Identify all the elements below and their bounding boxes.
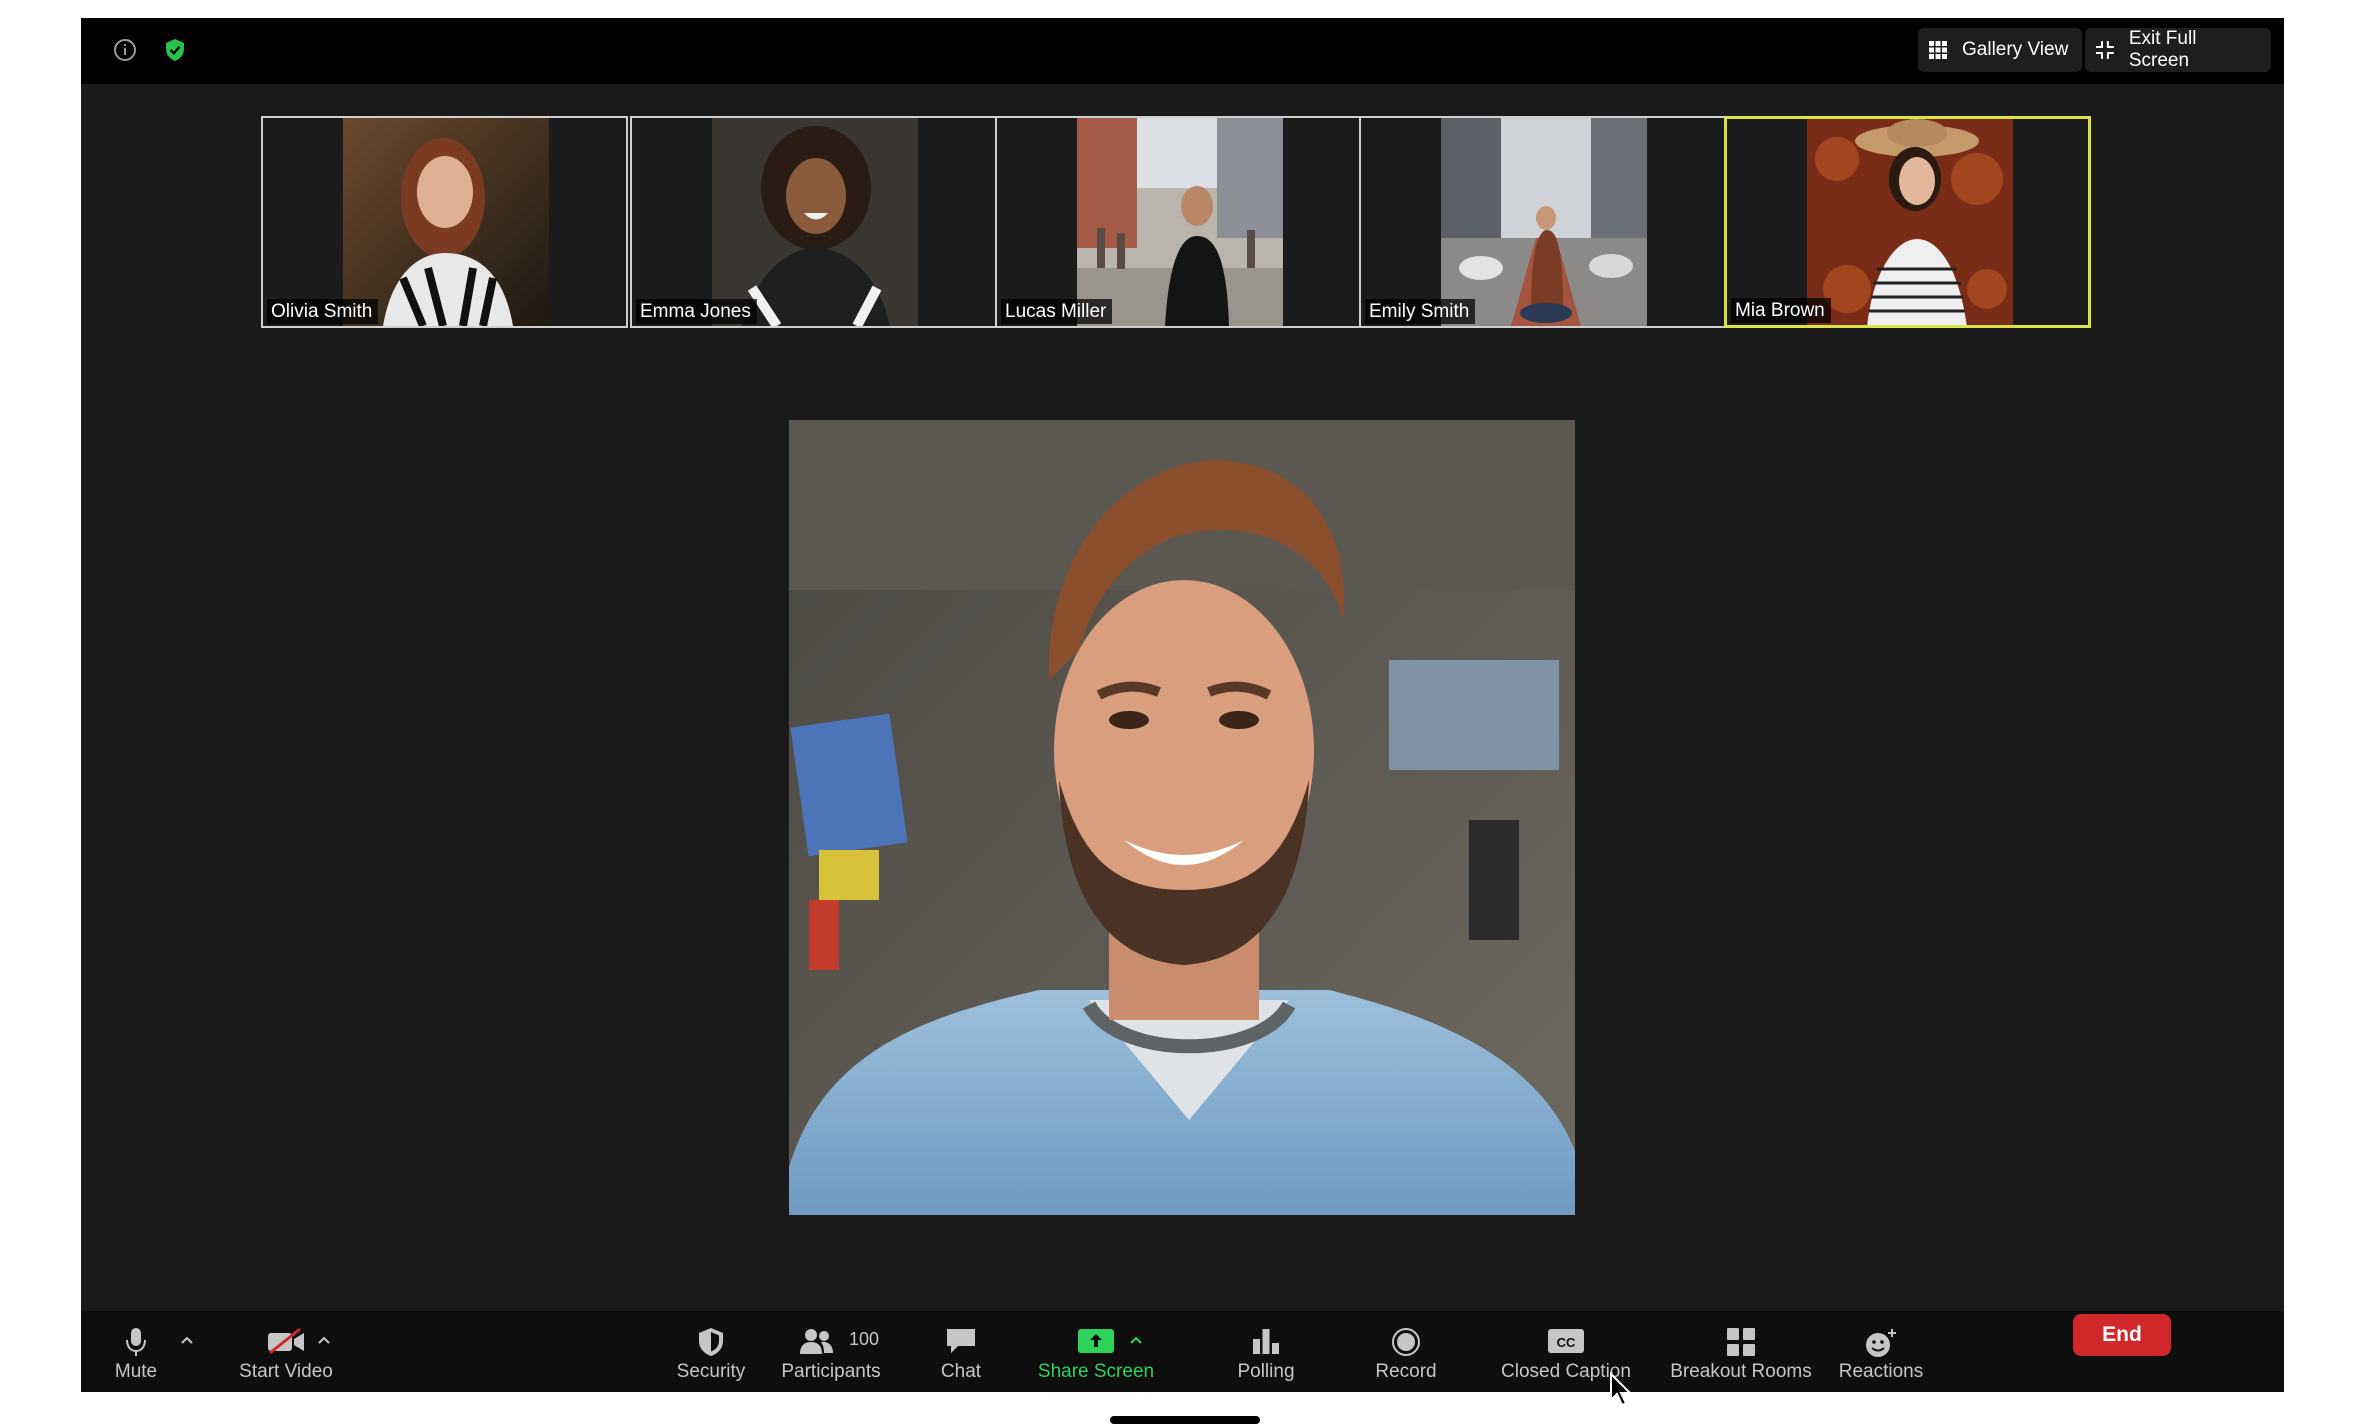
participant-video bbox=[343, 118, 549, 326]
security-button[interactable]: Security bbox=[651, 1311, 771, 1392]
active-speaker-video bbox=[789, 420, 1575, 1215]
chat-bubble-icon bbox=[947, 1329, 975, 1353]
gallery-view-label: Gallery View bbox=[1962, 39, 2069, 60]
reactions-label: Reactions bbox=[1838, 1361, 1924, 1382]
mute-button[interactable]: Mute bbox=[81, 1311, 191, 1392]
reactions-button[interactable]: Reactions bbox=[1816, 1311, 1946, 1392]
exit-fullscreen-label: Exit Full Screen bbox=[2128, 28, 2197, 71]
chat-label: Chat bbox=[940, 1361, 982, 1382]
breakout-rooms-button[interactable]: Breakout Rooms bbox=[1651, 1311, 1831, 1392]
start-video-button[interactable]: Start Video bbox=[211, 1311, 361, 1392]
exit-fullscreen-button[interactable]: Exit Full Screen bbox=[2085, 28, 2271, 72]
share-screen-button[interactable]: Share Screen bbox=[1016, 1311, 1176, 1392]
info-icon[interactable] bbox=[111, 36, 139, 64]
mute-label: Mute bbox=[114, 1361, 158, 1382]
participant-name: Olivia Smith bbox=[267, 299, 379, 324]
participant-name: Emma Jones bbox=[636, 299, 757, 324]
participant-video bbox=[1077, 118, 1283, 326]
participant-name: Emily Smith bbox=[1365, 299, 1476, 324]
start-video-label: Start Video bbox=[239, 1361, 333, 1382]
closed-caption-icon-text: CC bbox=[1557, 1335, 1576, 1350]
closed-caption-icon: CC bbox=[1548, 1329, 1584, 1353]
participant-tile-olivia-smith[interactable]: Olivia Smith bbox=[261, 116, 628, 328]
meeting-window: Gallery View Exit Full Screen Olivia Smi… bbox=[81, 18, 2284, 1392]
microphone-icon bbox=[126, 1328, 146, 1356]
encryption-shield-icon[interactable] bbox=[161, 36, 189, 64]
record-button[interactable]: Record bbox=[1351, 1311, 1461, 1392]
record-label: Record bbox=[1375, 1361, 1437, 1382]
participant-tile-emma-jones[interactable]: Emma Jones bbox=[630, 116, 997, 328]
participant-tile-emily-smith[interactable]: Emily Smith bbox=[1359, 116, 1726, 328]
window-edge-handle bbox=[1110, 1416, 1260, 1424]
participants-button[interactable]: 100 Participants bbox=[761, 1311, 901, 1392]
security-label: Security bbox=[676, 1361, 746, 1382]
security-shield-icon bbox=[699, 1328, 723, 1356]
bar-chart-icon bbox=[1253, 1329, 1279, 1354]
gallery-view-button[interactable]: Gallery View bbox=[1918, 28, 2082, 72]
participant-tile-mia-brown[interactable]: Mia Brown bbox=[1724, 116, 2091, 328]
meeting-toolbar: Mute Start Video Security 100 Participan… bbox=[81, 1311, 2284, 1392]
exit-fullscreen-icon bbox=[2095, 41, 2114, 59]
share-screen-icon bbox=[1078, 1329, 1114, 1353]
participants-icon bbox=[800, 1329, 833, 1354]
participant-video bbox=[1441, 118, 1647, 326]
share-screen-label: Share Screen bbox=[1037, 1361, 1155, 1382]
participant-name: Mia Brown bbox=[1731, 298, 1831, 323]
participant-video bbox=[1807, 119, 2013, 325]
record-icon bbox=[1392, 1328, 1420, 1356]
chat-button[interactable]: Chat bbox=[911, 1311, 1011, 1392]
reactions-smiley-icon bbox=[1866, 1329, 1896, 1357]
polling-label: Polling bbox=[1237, 1361, 1295, 1382]
breakout-rooms-icon bbox=[1727, 1328, 1755, 1356]
participant-video bbox=[712, 118, 918, 326]
mouse-pointer-icon bbox=[1610, 1372, 1633, 1407]
audio-options-caret-icon[interactable] bbox=[180, 1333, 194, 1347]
participants-label: Participants bbox=[781, 1361, 881, 1382]
top-bar: Gallery View Exit Full Screen bbox=[81, 18, 2284, 84]
video-options-caret-icon[interactable] bbox=[317, 1333, 331, 1347]
video-off-icon bbox=[268, 1327, 304, 1355]
polling-button[interactable]: Polling bbox=[1206, 1311, 1326, 1392]
end-meeting-button[interactable]: End bbox=[2073, 1314, 2171, 1356]
participant-name: Lucas Miller bbox=[1001, 299, 1113, 324]
participants-count: 100 bbox=[849, 1329, 880, 1349]
share-options-caret-icon[interactable] bbox=[1129, 1333, 1143, 1347]
participant-strip: Olivia Smith Emma Jones Lucas Miller Emi… bbox=[261, 116, 2105, 328]
breakout-rooms-label: Breakout Rooms bbox=[1670, 1361, 1812, 1382]
participant-tile-lucas-miller[interactable]: Lucas Miller bbox=[995, 116, 1362, 328]
grid-icon bbox=[1929, 41, 1947, 59]
